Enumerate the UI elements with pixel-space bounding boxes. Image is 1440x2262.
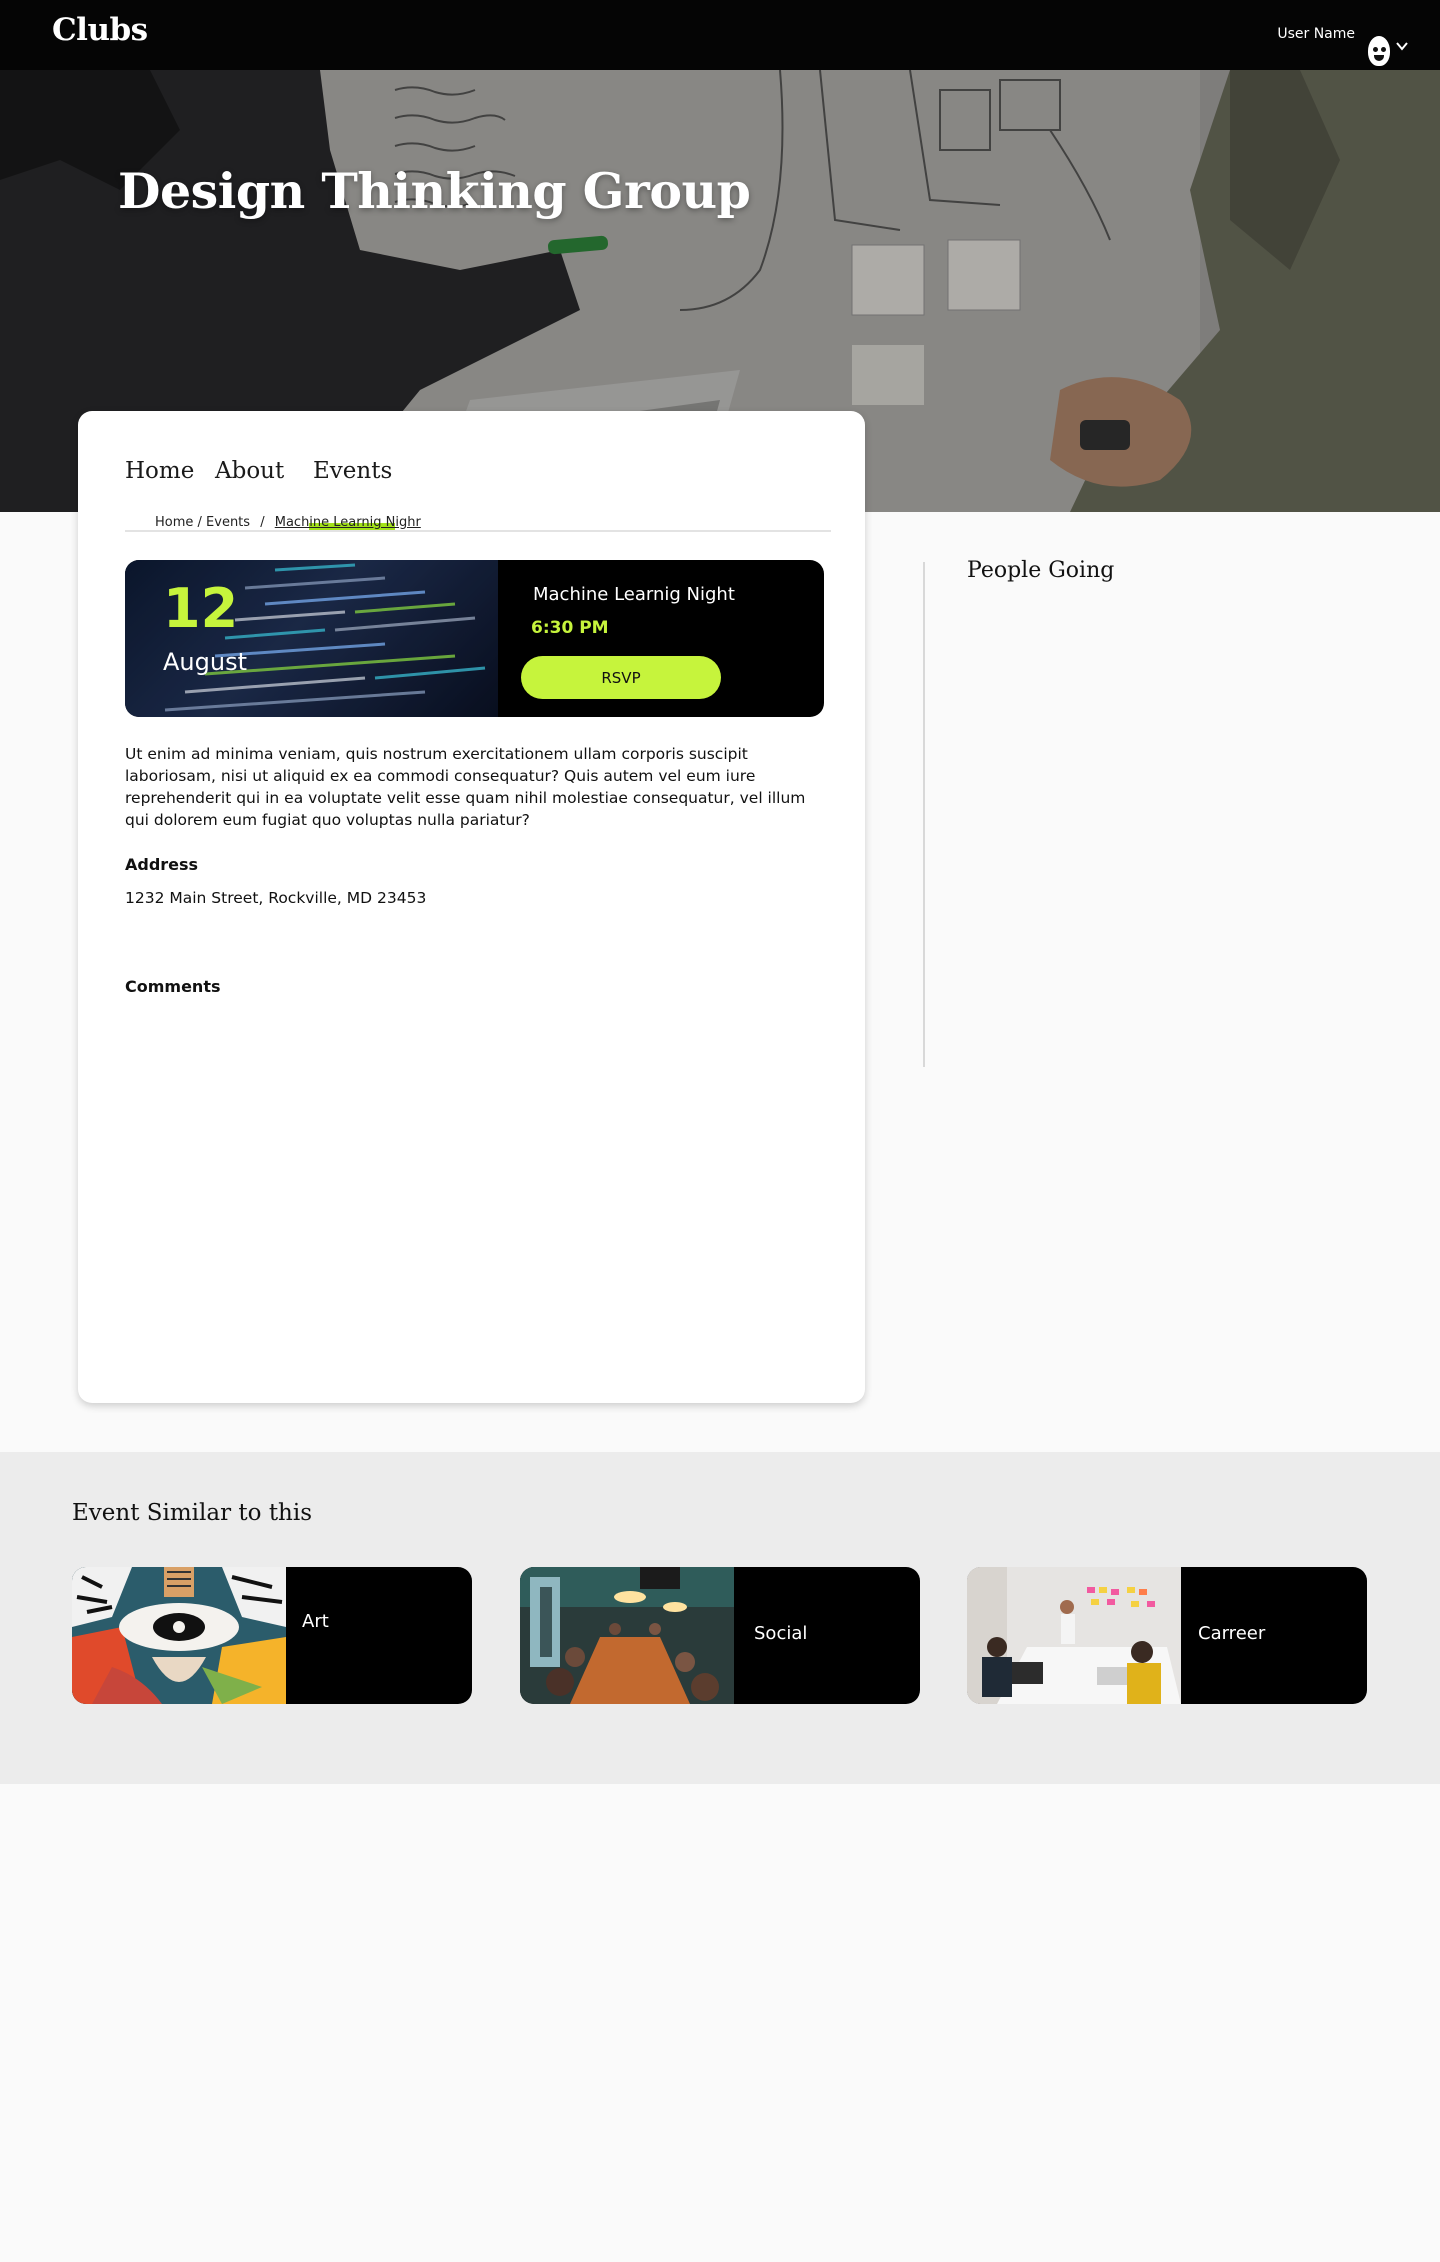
top-navigation-bar: Clubs User Name [0,0,1440,70]
event-code-image: 12 August [125,560,498,717]
breadcrumb: Home / Events / Machine Learnig Nighr [155,515,421,530]
people-going-heading: People Going [967,558,1115,583]
similar-event-card-social[interactable]: Social [520,1567,920,1704]
rsvp-button[interactable]: RSVP [521,656,721,699]
similar-event-label-social: Social [754,1623,808,1644]
tab-events[interactable]: Events [313,458,392,484]
event-address: 1232 Main Street, Rockville, MD 23453 [125,889,427,907]
event-day: 12 [163,577,239,640]
art-thumbnail [72,1567,286,1704]
similar-event-label-career: Carreer [1198,1623,1266,1644]
social-thumbnail [520,1567,734,1704]
similar-event-card-art[interactable]: Art [72,1567,472,1704]
tab-about[interactable]: About [215,458,284,484]
column-divider [923,562,925,1067]
similar-events-heading: Event Similar to this [72,1500,313,1526]
similar-events-section: Event Similar to this Art Social Carreer [0,1452,1440,1784]
event-month: August [163,648,247,676]
event-time: 6:30 PM [531,618,609,638]
breadcrumb-current[interactable]: Machine Learnig Nighr [275,515,421,530]
chevron-down-icon[interactable] [1396,40,1408,52]
comments-heading: Comments [125,977,221,996]
event-detail-card: Home About Events Home / Events / Machin… [78,411,865,1403]
similar-event-label-art: Art [302,1611,329,1632]
similar-event-card-career[interactable]: Carreer [967,1567,1367,1704]
avatar[interactable] [1368,36,1390,66]
career-thumbnail [967,1567,1181,1704]
event-name: Machine Learnig Night [533,584,735,605]
event-banner: 12 August Machine Learnig Night 6:30 PM … [125,560,824,717]
address-heading: Address [125,855,199,874]
event-description: Ut enim ad minima veniam, quis nostrum e… [125,745,806,829]
page-title: Design Thinking Group [118,162,751,220]
breadcrumb-separator: / [260,515,265,530]
user-name[interactable]: User Name [1277,26,1355,42]
tab-divider [125,530,831,532]
tab-home[interactable]: Home [125,458,194,484]
breadcrumb-path[interactable]: Home / Events [155,515,250,530]
brand-logo[interactable]: Clubs [52,12,148,48]
